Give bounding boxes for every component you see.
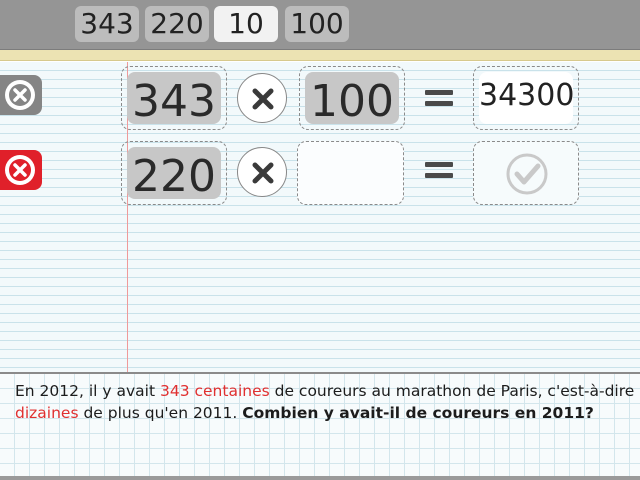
number-tile-343[interactable]: 343 xyxy=(75,6,139,42)
problem-panel: En 2012, il y avait 343 centaines de cou… xyxy=(0,372,640,480)
result-slot-2[interactable] xyxy=(473,141,579,205)
highlight-centaines: 343 centaines xyxy=(159,382,270,400)
operand-slot-1b[interactable]: 100 xyxy=(299,66,405,130)
multiply-icon xyxy=(252,88,274,110)
result-slot-1[interactable]: 34300 xyxy=(473,66,579,130)
operand-tile[interactable]: 343 xyxy=(127,72,221,127)
number-tile-100[interactable]: 100 xyxy=(285,6,349,42)
problem-line-1: En 2012, il y avait 343 centaines de cou… xyxy=(15,380,640,402)
multiply-icon xyxy=(252,162,274,184)
multiply-operator-button[interactable] xyxy=(237,73,287,123)
empty-operand-slot-2b[interactable] xyxy=(297,141,404,205)
close-icon xyxy=(5,155,35,185)
operand-tile[interactable]: 100 xyxy=(305,72,399,127)
equals-sign xyxy=(425,162,453,178)
result-value: 34300 xyxy=(479,72,574,124)
problem-text-segment: de coureurs au marathon de Paris, c'est-… xyxy=(269,382,640,400)
checkmark-icon[interactable] xyxy=(506,153,548,199)
bottom-bar xyxy=(0,476,640,480)
problem-text-segment: de plus qu'en 2011. xyxy=(78,404,243,422)
problem-question: Combien y avait-il de coureurs en 2011? xyxy=(242,404,594,422)
tray-divider xyxy=(0,50,640,61)
remove-row-1-button[interactable] xyxy=(0,75,42,115)
close-icon xyxy=(5,80,35,110)
problem-text-segment: En 2012, il y avait xyxy=(15,382,160,400)
number-tile-10[interactable]: 10 xyxy=(214,6,278,42)
problem-text: En 2012, il y avait 343 centaines de cou… xyxy=(15,380,640,424)
problem-line-2: dizaines de plus qu'en 2011. Combien y a… xyxy=(15,402,640,424)
remove-row-2-button[interactable] xyxy=(0,150,42,190)
number-tray: 343 220 10 100 xyxy=(0,0,640,50)
operand-slot-2a[interactable]: 220 xyxy=(121,141,227,205)
equals-sign xyxy=(425,90,453,106)
operand-slot-1a[interactable]: 343 xyxy=(121,66,227,130)
highlight-dizaines: dizaines xyxy=(15,404,79,422)
multiply-operator-button[interactable] xyxy=(237,147,287,197)
operand-tile[interactable]: 220 xyxy=(127,147,221,202)
number-tile-220[interactable]: 220 xyxy=(145,6,209,42)
